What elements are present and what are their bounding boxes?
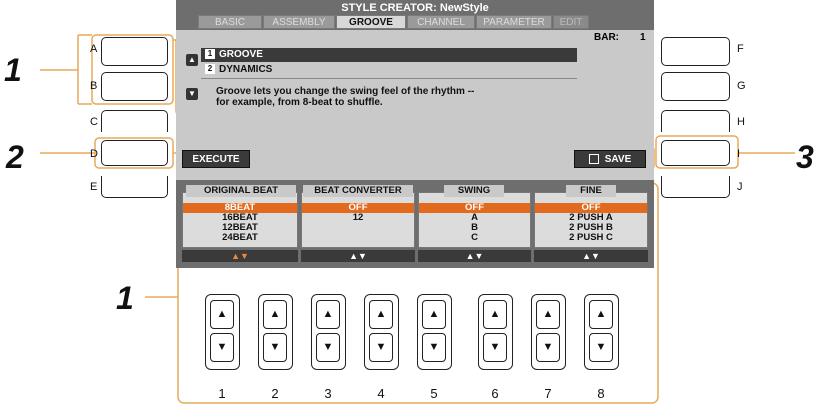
- option[interactable]: C: [419, 233, 530, 243]
- knob-button-2[interactable]: ▲ ▼: [258, 294, 293, 370]
- button-f[interactable]: [661, 37, 730, 66]
- up-arrow-icon[interactable]: ▲: [316, 300, 340, 329]
- down-arrow-icon[interactable]: ▼: [536, 333, 560, 362]
- button-e[interactable]: [101, 176, 168, 198]
- knob-button-5[interactable]: ▲ ▼: [417, 294, 452, 370]
- knob-number: 1: [218, 386, 226, 401]
- list-item-label: GROOVE: [219, 49, 263, 60]
- execute-button[interactable]: EXECUTE: [182, 150, 250, 168]
- knob-button-6[interactable]: ▲ ▼: [478, 294, 513, 370]
- up-arrow-icon[interactable]: ▲: [263, 300, 287, 329]
- column-header: BEAT CONVERTER: [303, 185, 413, 197]
- column-arrows[interactable]: ▲▼: [534, 250, 648, 262]
- down-arrow-icon[interactable]: ▼: [263, 333, 287, 362]
- side-label-h: H: [737, 116, 745, 128]
- tab-parameter[interactable]: PARAMETER: [476, 15, 552, 29]
- column-arrows[interactable]: ▲▼: [182, 250, 298, 262]
- knob-number: 2: [271, 386, 279, 401]
- list-down-icon[interactable]: ▼: [186, 88, 198, 100]
- bar-value: 1: [640, 32, 646, 43]
- down-arrow-icon[interactable]: ▼: [316, 333, 340, 362]
- button-g[interactable]: [661, 72, 730, 101]
- knob-button-7[interactable]: ▲ ▼: [531, 294, 566, 370]
- button-d[interactable]: [101, 140, 168, 166]
- list-item-num: 2: [205, 64, 215, 75]
- column-header: ORIGINAL BEAT: [186, 185, 296, 197]
- down-arrow-icon[interactable]: ▼: [422, 333, 446, 362]
- list-divider: [201, 78, 577, 79]
- knob-button-4[interactable]: ▲ ▼: [364, 294, 399, 370]
- column-arrows[interactable]: ▲▼: [301, 250, 415, 262]
- knob-number: 6: [491, 386, 499, 401]
- up-arrow-icon[interactable]: ▲: [589, 300, 613, 329]
- knob-number: 5: [430, 386, 438, 401]
- button-a[interactable]: [101, 37, 168, 66]
- side-label-d: D: [90, 148, 98, 160]
- side-label-g: G: [737, 80, 746, 92]
- button-j[interactable]: [661, 176, 730, 198]
- list-item-groove[interactable]: 1 GROOVE: [201, 48, 577, 62]
- tab-basic[interactable]: BASIC: [198, 15, 262, 29]
- knob-number: 8: [597, 386, 605, 401]
- save-button[interactable]: SAVE: [574, 150, 646, 168]
- column-header: SWING: [444, 185, 504, 197]
- button-i[interactable]: [661, 140, 730, 166]
- side-label-c: C: [90, 116, 98, 128]
- knob-number: 7: [544, 386, 552, 401]
- tab-edit[interactable]: EDIT: [553, 15, 589, 29]
- tab-assembly[interactable]: ASSEMBLY: [263, 15, 335, 29]
- list-item-dynamics[interactable]: 2 DYNAMICS: [201, 63, 577, 77]
- knob-number: 4: [377, 386, 385, 401]
- column-beat-converter[interactable]: OFF 12: [301, 192, 415, 248]
- list-item-label: DYNAMICS: [219, 64, 273, 75]
- up-down-icon: ▲▼: [349, 251, 367, 261]
- column-arrows[interactable]: ▲▼: [418, 250, 531, 262]
- column-original-beat[interactable]: 8BEAT 16BEAT 12BEAT 24BEAT: [182, 192, 298, 248]
- up-arrow-icon[interactable]: ▲: [536, 300, 560, 329]
- column-header: FINE: [566, 185, 616, 197]
- option[interactable]: 12: [302, 213, 414, 223]
- list-item-num: 1: [205, 49, 215, 60]
- up-arrow-icon[interactable]: ▲: [369, 300, 393, 329]
- screen-title: STYLE CREATOR: NewStyle: [341, 2, 489, 14]
- side-label-b: B: [90, 80, 98, 92]
- side-label-f: F: [737, 43, 744, 55]
- list-up-icon[interactable]: ▲: [186, 54, 198, 66]
- knob-button-1[interactable]: ▲ ▼: [205, 294, 240, 370]
- tab-channel[interactable]: CHANNEL: [407, 15, 475, 29]
- up-down-icon: ▲▼: [231, 251, 249, 261]
- lcd-screen: STYLE CREATOR: NewStyle BASIC ASSEMBLY G…: [176, 0, 654, 180]
- down-arrow-icon[interactable]: ▼: [483, 333, 507, 362]
- button-b[interactable]: [101, 72, 168, 101]
- column-fine[interactable]: OFF 2 PUSH A 2 PUSH B 2 PUSH C: [534, 192, 648, 248]
- up-down-icon: ▲▼: [582, 251, 600, 261]
- side-label-e: E: [90, 181, 98, 193]
- up-arrow-icon[interactable]: ▲: [210, 300, 234, 329]
- side-label-j: J: [737, 181, 743, 193]
- up-arrow-icon[interactable]: ▲: [483, 300, 507, 329]
- button-c[interactable]: [101, 110, 168, 132]
- floppy-icon: [588, 154, 599, 165]
- side-label-i: I: [737, 148, 741, 160]
- down-arrow-icon[interactable]: ▼: [369, 333, 393, 362]
- down-arrow-icon[interactable]: ▼: [589, 333, 613, 362]
- up-down-icon: ▲▼: [465, 251, 484, 261]
- down-arrow-icon[interactable]: ▼: [210, 333, 234, 362]
- option[interactable]: 2 PUSH C: [535, 233, 647, 243]
- knob-button-8[interactable]: ▲ ▼: [584, 294, 619, 370]
- button-h[interactable]: [661, 110, 730, 132]
- column-swing[interactable]: OFF A B C: [418, 192, 531, 248]
- up-arrow-icon[interactable]: ▲: [422, 300, 446, 329]
- bar-label: BAR:: [594, 32, 619, 43]
- save-label: SAVE: [604, 154, 632, 165]
- tab-groove[interactable]: GROOVE: [336, 15, 406, 29]
- description-line-1: Groove lets you change the swing feel of…: [216, 86, 475, 97]
- description-line-2: for example, from 8-beat to shuffle.: [216, 97, 383, 108]
- side-label-a: A: [90, 43, 98, 55]
- knob-button-3[interactable]: ▲ ▼: [311, 294, 346, 370]
- option[interactable]: 24BEAT: [183, 233, 297, 243]
- knob-number: 3: [324, 386, 332, 401]
